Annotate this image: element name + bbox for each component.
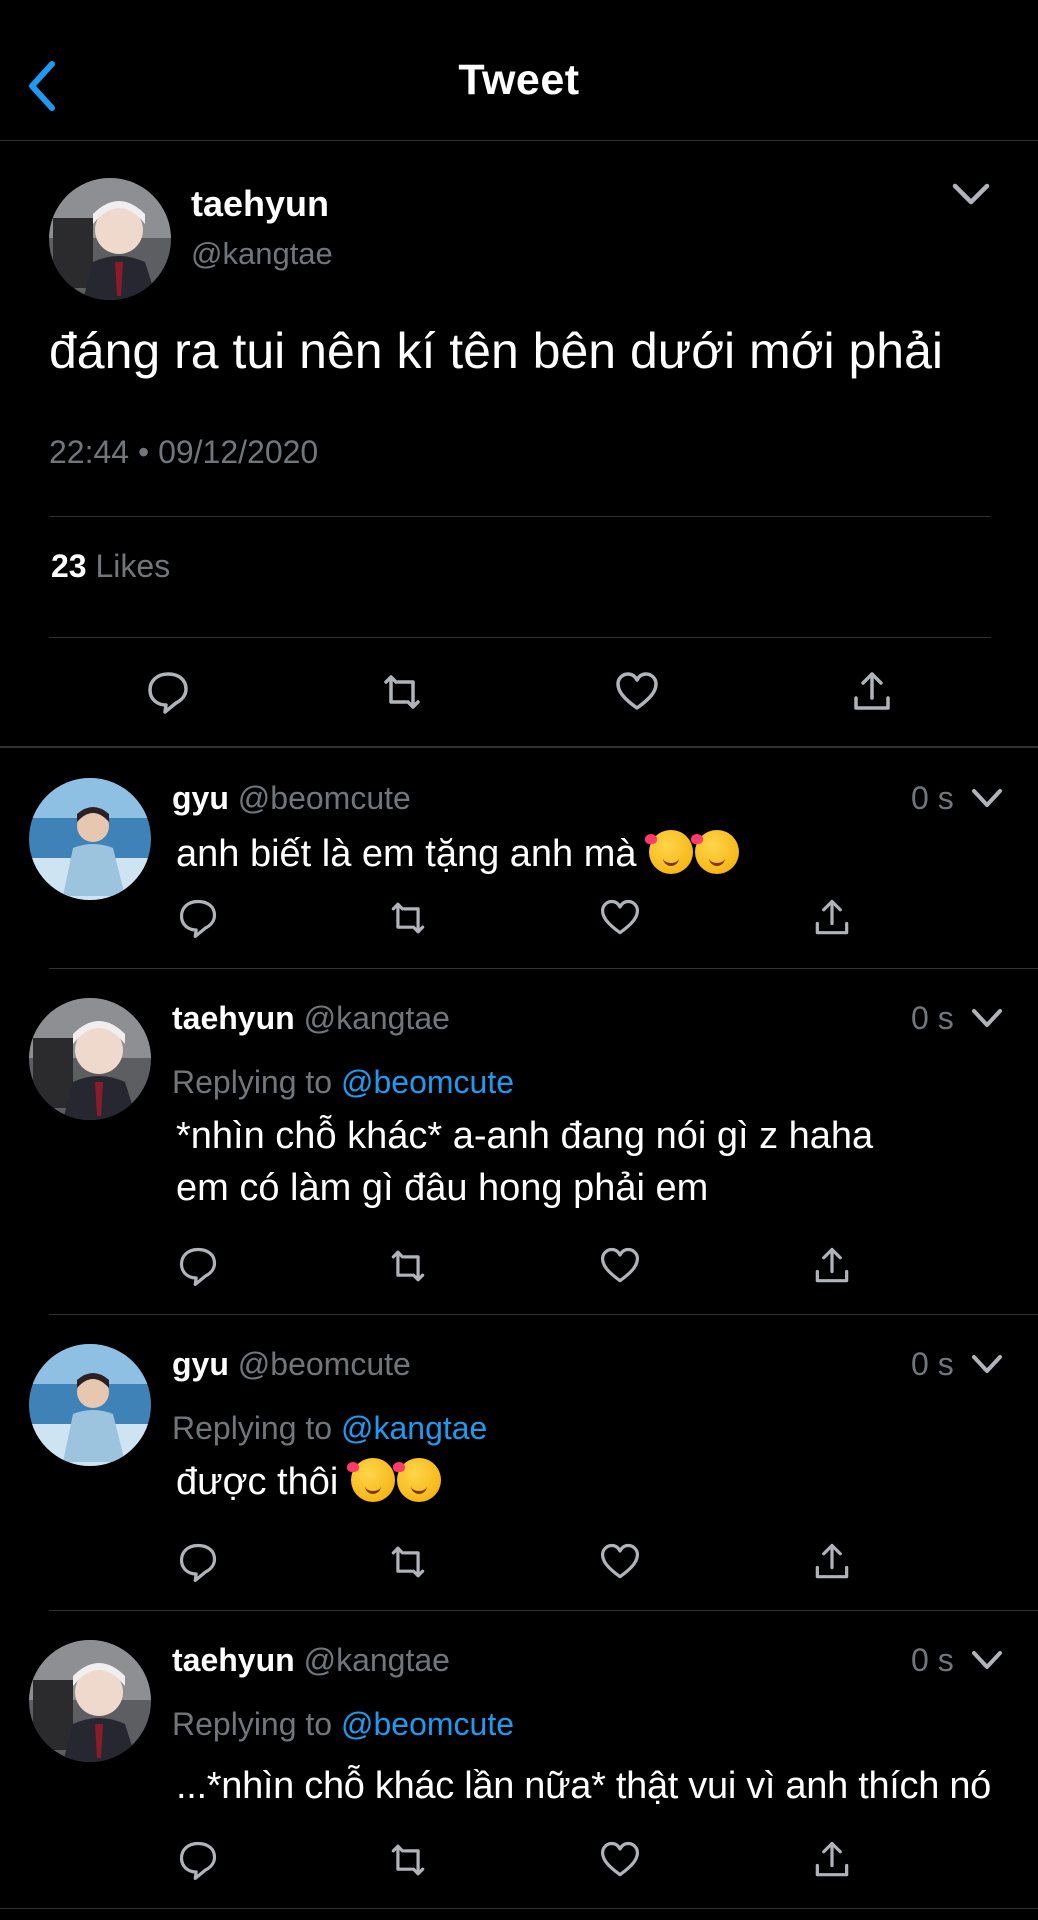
reply-icon[interactable]: [176, 1838, 220, 1882]
reply-text: được thôi: [176, 1456, 441, 1508]
chevron-down-icon[interactable]: [970, 1352, 1004, 1378]
share-icon[interactable]: [848, 668, 896, 716]
mention-link[interactable]: @beomcute: [341, 1706, 514, 1742]
reply-author[interactable]: taehyun @kangtae: [172, 1642, 450, 1679]
replying-label: Replying to: [172, 1706, 333, 1742]
chevron-down-icon[interactable]: [970, 786, 1004, 812]
like-icon[interactable]: [598, 896, 642, 940]
retweet-icon[interactable]: [386, 896, 430, 940]
author-handle[interactable]: @kangtae: [191, 236, 333, 272]
replying-to: Replying to @kangtae: [172, 1410, 487, 1447]
author-name: taehyun: [172, 1642, 295, 1678]
share-icon[interactable]: [810, 1540, 854, 1584]
avatar[interactable]: [29, 1640, 151, 1762]
mention-link[interactable]: @kangtae: [341, 1410, 487, 1446]
divider: [49, 968, 1038, 969]
retweet-icon[interactable]: [386, 1540, 430, 1584]
like-icon[interactable]: [598, 1540, 642, 1584]
reply-time: 0 s: [911, 1346, 954, 1382]
replying-label: Replying to: [172, 1410, 333, 1446]
reply-line: ...*nhìn chỗ khác lần nữa* thật vui vì a…: [176, 1765, 992, 1807]
avatar[interactable]: [49, 178, 171, 300]
like-icon[interactable]: [598, 1244, 642, 1288]
author-name: gyu: [172, 1346, 229, 1382]
tweet-timestamp: 22:44 • 09/12/2020: [49, 434, 319, 470]
replying-label: Replying to: [172, 1064, 333, 1100]
likes-label: Likes: [95, 548, 171, 584]
retweet-icon[interactable]: [386, 1838, 430, 1882]
reply-text: ...*nhìn chỗ khác lần nữa* thật vui vì a…: [176, 1760, 991, 1812]
author-name: gyu: [172, 780, 229, 816]
reply-text: anh biết là em tặng anh mà: [176, 828, 740, 880]
divider: [49, 637, 991, 638]
reply-text: *nhìn chỗ khác* a-anh đang nói gì z haha…: [176, 1110, 873, 1214]
divider: [0, 746, 1038, 748]
mention-link[interactable]: @beomcute: [341, 1064, 514, 1100]
page-title: Tweet: [458, 56, 580, 104]
share-icon[interactable]: [810, 896, 854, 940]
reply-author[interactable]: gyu @beomcute: [172, 1346, 411, 1383]
like-icon[interactable]: [613, 668, 661, 716]
share-icon[interactable]: [810, 1244, 854, 1288]
author-handle: @beomcute: [237, 780, 411, 816]
reply-icon[interactable]: [144, 668, 192, 716]
avatar[interactable]: [29, 998, 151, 1120]
reply-time: 0 s: [911, 1642, 954, 1678]
reply-line: được thôi: [176, 1461, 339, 1503]
smiling-face-with-hearts-icon: [645, 830, 694, 874]
author-name[interactable]: taehyun: [191, 183, 329, 225]
reply-icon[interactable]: [176, 1540, 220, 1584]
smiling-face-with-hearts-icon: [691, 830, 740, 874]
reply-line: em có làm gì đâu hong phải em: [176, 1167, 709, 1209]
reply-icon[interactable]: [176, 896, 220, 940]
chevron-down-icon[interactable]: [970, 1006, 1004, 1032]
avatar[interactable]: [29, 1344, 151, 1466]
avatar[interactable]: [29, 778, 151, 900]
author-handle: @beomcute: [237, 1346, 411, 1382]
reply-line: *nhìn chỗ khác* a-anh đang nói gì z haha: [176, 1115, 874, 1157]
divider: [49, 516, 991, 517]
reply-author[interactable]: gyu @beomcute: [172, 780, 411, 817]
divider: [0, 1908, 1038, 1909]
reply-author[interactable]: taehyun @kangtae: [172, 1000, 450, 1037]
divider: [49, 1610, 1038, 1611]
smiling-face-with-hearts-icon: [346, 1458, 395, 1502]
replying-to: Replying to @beomcute: [172, 1706, 514, 1743]
smiling-face-with-hearts-icon: [392, 1458, 441, 1502]
like-icon[interactable]: [598, 1838, 642, 1882]
likes-number: 23: [51, 548, 87, 584]
divider: [49, 1314, 1038, 1315]
author-name: taehyun: [172, 1000, 295, 1036]
likes-count[interactable]: 23 Likes: [51, 548, 170, 585]
replying-to: Replying to @beomcute: [172, 1064, 514, 1101]
reply-time: 0 s: [911, 780, 954, 816]
reply-line: anh biết là em tặng anh mà: [176, 833, 637, 875]
chevron-down-icon[interactable]: [950, 180, 992, 210]
reply-icon[interactable]: [176, 1244, 220, 1288]
share-icon[interactable]: [810, 1838, 854, 1882]
retweet-icon[interactable]: [378, 668, 426, 716]
tweet-text: đáng ra tui nên kí tên bên dưới mới phải: [49, 323, 944, 379]
top-bar: Tweet: [0, 0, 1038, 141]
reply-time: 0 s: [911, 1000, 954, 1036]
author-handle: @kangtae: [303, 1642, 450, 1678]
chevron-down-icon[interactable]: [970, 1648, 1004, 1674]
retweet-icon[interactable]: [386, 1244, 430, 1288]
author-handle: @kangtae: [303, 1000, 450, 1036]
